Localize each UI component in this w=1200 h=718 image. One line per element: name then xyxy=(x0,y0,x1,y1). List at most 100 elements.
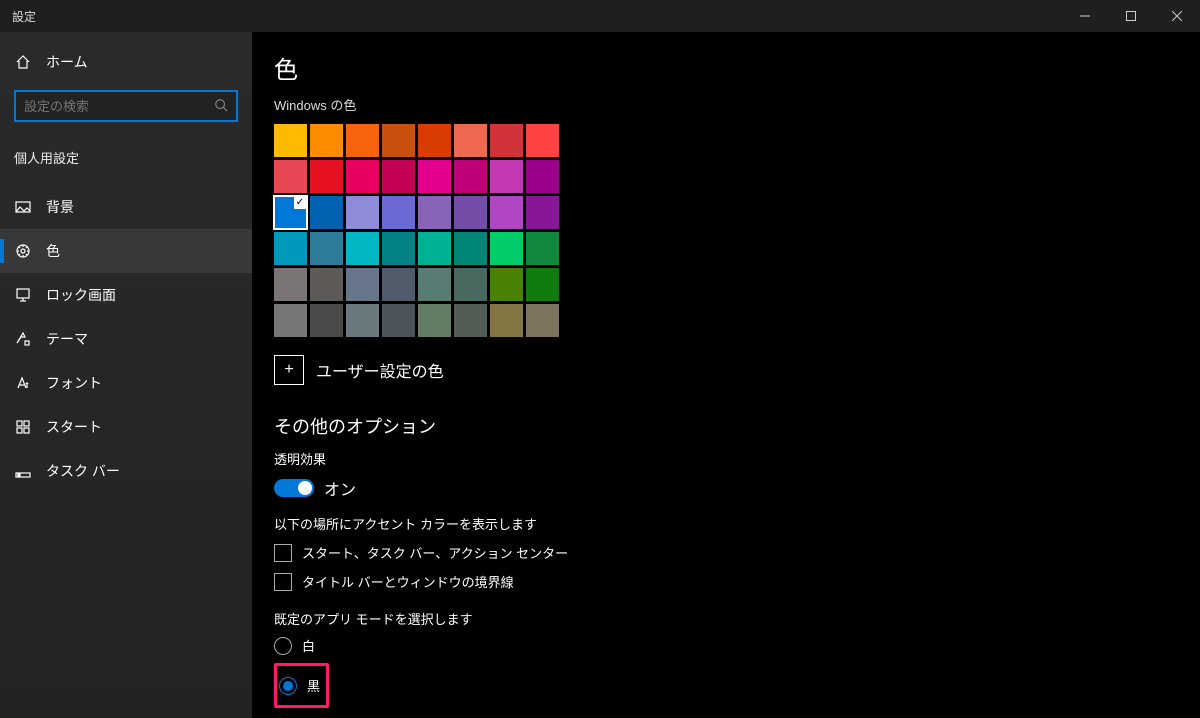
color-swatch[interactable] xyxy=(382,160,415,193)
color-swatch[interactable] xyxy=(310,196,343,229)
color-swatch[interactable] xyxy=(382,268,415,301)
color-swatch[interactable] xyxy=(274,268,307,301)
transparency-toggle[interactable]: オン xyxy=(274,476,1178,500)
color-swatch[interactable] xyxy=(454,232,487,265)
color-swatch[interactable] xyxy=(418,196,451,229)
search-input[interactable] xyxy=(14,90,238,122)
radio-circle xyxy=(274,637,292,655)
nav-label: タスク バー xyxy=(46,461,120,481)
color-swatch[interactable] xyxy=(526,304,559,337)
color-swatch[interactable] xyxy=(346,268,379,301)
custom-color-row[interactable]: + ユーザー設定の色 xyxy=(274,355,1178,385)
color-palette: ✓ xyxy=(274,124,559,337)
color-swatch[interactable] xyxy=(382,232,415,265)
show-accent-label: 以下の場所にアクセント カラーを表示します xyxy=(274,514,1178,533)
color-swatch[interactable] xyxy=(310,124,343,157)
color-swatch[interactable] xyxy=(418,124,451,157)
color-swatch[interactable] xyxy=(490,232,523,265)
highlight-box: 黒 xyxy=(274,663,329,708)
color-swatch[interactable] xyxy=(454,160,487,193)
sidebar: ホーム 個人用設定 背景色ロック画面テーマフォントスタートタスク バー xyxy=(0,32,252,718)
color-swatch[interactable] xyxy=(382,124,415,157)
nav-icon xyxy=(14,463,32,479)
toggle-state-label: オン xyxy=(324,476,356,500)
color-swatch[interactable] xyxy=(526,232,559,265)
color-swatch[interactable] xyxy=(274,232,307,265)
color-swatch[interactable] xyxy=(418,232,451,265)
transparency-label: 透明効果 xyxy=(274,449,1178,468)
color-swatch[interactable] xyxy=(274,160,307,193)
checkbox-label: タイトル バーとウィンドウの境界線 xyxy=(302,572,514,591)
color-swatch[interactable] xyxy=(310,304,343,337)
color-swatch[interactable] xyxy=(274,124,307,157)
nav-item-2[interactable]: ロック画面 xyxy=(0,273,252,317)
radio-label: 黒 xyxy=(307,676,320,695)
checkbox-label: スタート、タスク バー、アクション センター xyxy=(302,543,568,562)
accent-checkbox-1[interactable]: タイトル バーとウィンドウの境界線 xyxy=(274,572,1178,591)
color-swatch[interactable] xyxy=(490,160,523,193)
color-swatch[interactable] xyxy=(418,268,451,301)
search-icon xyxy=(214,98,228,115)
color-swatch[interactable] xyxy=(382,304,415,337)
color-swatch[interactable] xyxy=(526,268,559,301)
color-swatch[interactable] xyxy=(526,160,559,193)
nav-label: 色 xyxy=(46,241,60,261)
nav-item-1[interactable]: 色 xyxy=(0,229,252,273)
nav-item-5[interactable]: スタート xyxy=(0,405,252,449)
custom-color-label: ユーザー設定の色 xyxy=(316,358,444,382)
other-options-heading: その他のオプション xyxy=(274,413,1178,439)
color-swatch[interactable] xyxy=(526,196,559,229)
color-swatch[interactable] xyxy=(346,124,379,157)
nav-item-3[interactable]: テーマ xyxy=(0,317,252,361)
color-swatch[interactable] xyxy=(310,160,343,193)
checkbox-box xyxy=(274,544,292,562)
color-swatch[interactable] xyxy=(490,124,523,157)
color-swatch[interactable] xyxy=(310,232,343,265)
color-swatch[interactable] xyxy=(346,304,379,337)
color-swatch[interactable] xyxy=(490,196,523,229)
minimize-button[interactable] xyxy=(1062,0,1108,32)
color-swatch[interactable]: ✓ xyxy=(274,196,307,229)
color-swatch[interactable] xyxy=(346,160,379,193)
color-swatch[interactable] xyxy=(418,160,451,193)
accent-checkbox-0[interactable]: スタート、タスク バー、アクション センター xyxy=(274,543,1178,562)
nav-item-6[interactable]: タスク バー xyxy=(0,449,252,493)
color-swatch[interactable] xyxy=(274,304,307,337)
nav-item-0[interactable]: 背景 xyxy=(0,185,252,229)
app-mode-radio-1[interactable]: 黒 xyxy=(279,676,320,695)
page-title: 色 xyxy=(274,50,1178,85)
color-swatch[interactable] xyxy=(490,268,523,301)
nav-item-4[interactable]: フォント xyxy=(0,361,252,405)
color-swatch[interactable] xyxy=(346,196,379,229)
toggle-knob xyxy=(298,481,312,495)
color-swatch[interactable] xyxy=(310,268,343,301)
nav-icon xyxy=(14,419,32,435)
color-swatch[interactable] xyxy=(454,304,487,337)
maximize-button[interactable] xyxy=(1108,0,1154,32)
color-swatch[interactable] xyxy=(418,304,451,337)
color-swatch[interactable] xyxy=(346,232,379,265)
title-bar: 設定 xyxy=(0,0,1200,32)
color-swatch[interactable] xyxy=(454,268,487,301)
radio-label: 白 xyxy=(302,636,315,655)
app-mode-radio-0[interactable]: 白 xyxy=(274,636,1178,655)
nav-label: スタート xyxy=(46,417,102,437)
color-swatch[interactable] xyxy=(454,196,487,229)
color-swatch[interactable] xyxy=(490,304,523,337)
app-mode-label: 既定のアプリ モードを選択します xyxy=(274,609,1178,628)
checkbox-box xyxy=(274,573,292,591)
nav-icon xyxy=(14,287,32,303)
windows-colors-label: Windows の色 xyxy=(274,95,1178,114)
nav-icon xyxy=(14,331,32,347)
nav-icon xyxy=(14,375,32,391)
check-icon: ✓ xyxy=(294,197,306,209)
close-button[interactable] xyxy=(1154,0,1200,32)
radio-circle xyxy=(279,677,297,695)
color-swatch[interactable] xyxy=(382,196,415,229)
nav-label: ロック画面 xyxy=(46,285,116,305)
color-swatch[interactable] xyxy=(526,124,559,157)
nav-home[interactable]: ホーム xyxy=(0,42,252,82)
nav-home-label: ホーム xyxy=(46,52,88,72)
search-field[interactable] xyxy=(24,99,214,114)
color-swatch[interactable] xyxy=(454,124,487,157)
